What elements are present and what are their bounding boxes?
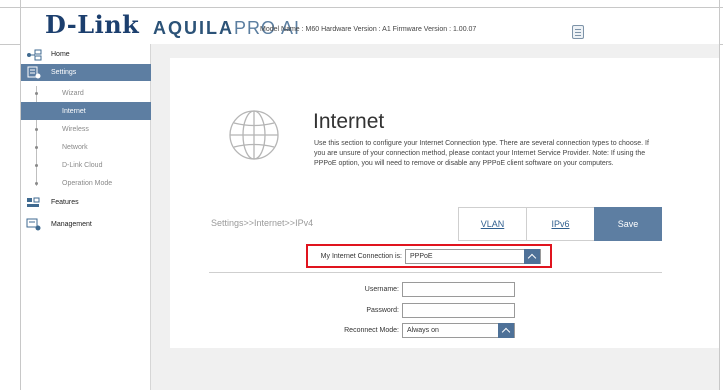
save-button[interactable]: Save [594, 207, 662, 241]
reconnect-value: Always on [407, 327, 439, 334]
sidebar-item-operation-mode[interactable]: Operation Mode [21, 174, 151, 192]
connection-label: My Internet Connection is: [320, 253, 402, 260]
tab-bar: VLAN IPv6 Save [458, 207, 662, 241]
sidebar-item-management[interactable]: Management [21, 216, 151, 233]
sidebar-sub-label: Wireless [62, 125, 89, 133]
tab-vlan[interactable]: VLAN [458, 207, 526, 241]
sidebar-item-wireless[interactable]: Wireless [21, 120, 151, 138]
frame-right-border [719, 0, 720, 390]
brand-main: AQUILA [153, 18, 234, 38]
settings-icon [25, 66, 43, 80]
sidebar-item-dlink-cloud[interactable]: D-Link Cloud [21, 156, 151, 174]
reconnect-row: Reconnect Mode: Always on [299, 323, 515, 338]
tree-dot [35, 128, 38, 131]
sidebar-item-network[interactable]: Network [21, 138, 151, 156]
management-icon [25, 218, 43, 232]
reconnect-mode-select[interactable]: Always on [402, 323, 515, 338]
tree-dot [35, 92, 38, 95]
page-description: Use this section to configure your Inter… [314, 140, 649, 167]
page-title: Internet [313, 110, 385, 133]
sidebar-item-internet[interactable]: Internet [21, 102, 151, 120]
password-label: Password: [366, 307, 399, 314]
password-input[interactable] [402, 303, 515, 318]
sidebar-item-wizard[interactable]: Wizard [21, 84, 151, 102]
tree-dot [35, 164, 38, 167]
sidebar: Home Settings Wizard Internet Wireless N… [21, 44, 151, 390]
tab-ipv6[interactable]: IPv6 [526, 207, 594, 241]
globe-icon [229, 110, 279, 160]
breadcrumb: Settings>>Internet>>IPv4 [211, 218, 314, 228]
sidebar-sub-label: Internet [62, 107, 86, 115]
chevron-up-icon[interactable] [498, 323, 514, 338]
top-header: D-Link AQUILAPRO AI Model Name : M60 Har… [21, 8, 719, 44]
separator [209, 272, 662, 273]
sidebar-item-label: Management [51, 221, 92, 228]
sidebar-sub-label: D-Link Cloud [62, 161, 103, 169]
username-input[interactable] [402, 282, 515, 297]
home-network-icon [25, 48, 43, 62]
sidebar-item-label: Features [51, 199, 79, 206]
username-row: Username: [299, 282, 515, 297]
sidebar-item-settings[interactable]: Settings [21, 64, 151, 81]
sidebar-item-label: Home [51, 51, 70, 58]
chevron-up-icon[interactable] [524, 249, 540, 264]
sidebar-sub-label: Operation Mode [62, 179, 113, 187]
model-info: Model Name : M60 Hardware Version : A1 F… [260, 26, 477, 33]
connection-value: PPPoE [410, 253, 433, 260]
reconnect-label: Reconnect Mode: [344, 327, 399, 334]
connection-row: My Internet Connection is: PPPoE [302, 249, 541, 264]
sidebar-item-label: Settings [51, 69, 77, 76]
sidebar-item-home[interactable]: Home [21, 46, 151, 63]
sidebar-sub-label: Network [62, 143, 88, 151]
username-label: Username: [364, 286, 399, 293]
notes-icon[interactable] [572, 25, 584, 39]
connection-type-select[interactable]: PPPoE [405, 249, 541, 264]
tree-dot [35, 182, 38, 185]
sidebar-sub-label: Wizard [62, 89, 84, 97]
tree-dot [35, 146, 38, 149]
password-row: Password: [299, 303, 515, 318]
dlink-logo[interactable]: D-Link [45, 10, 139, 39]
features-icon [25, 196, 43, 210]
sidebar-item-features[interactable]: Features [21, 194, 151, 211]
